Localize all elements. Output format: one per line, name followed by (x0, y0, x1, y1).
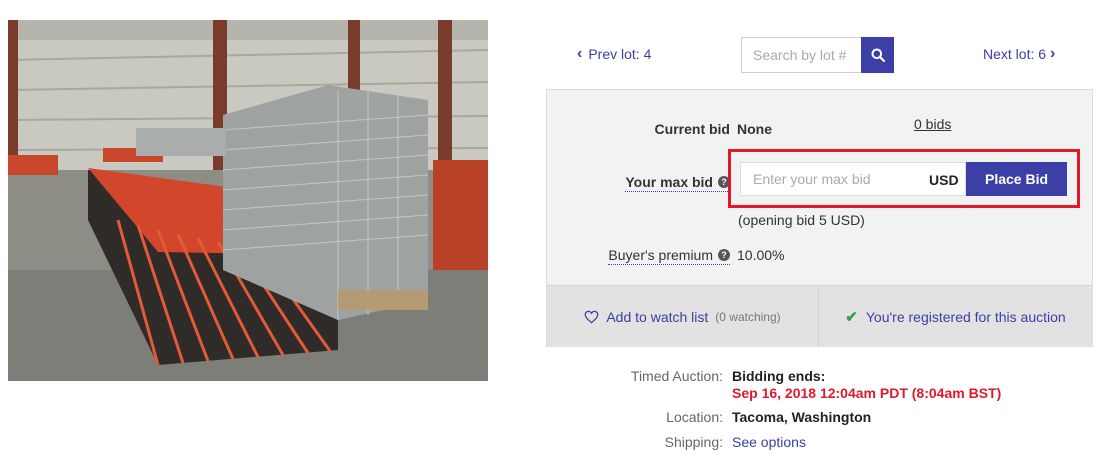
current-bid-value: None (737, 121, 772, 137)
bidding-end-datetime: Sep 16, 2018 12:04am PDT (8:04am BST) (732, 385, 1002, 401)
buyers-premium-label[interactable]: Buyer's premium ? (608, 247, 730, 265)
max-bid-label[interactable]: Your max bid ? (625, 174, 730, 192)
lot-search-button[interactable] (861, 37, 894, 73)
max-bid-label-text: Your max bid (625, 174, 713, 190)
heart-icon (584, 310, 599, 323)
bidding-ends-label: Bidding ends: (732, 368, 826, 384)
timed-auction-label: Timed Auction: (630, 368, 723, 384)
next-lot-link[interactable]: Next lot: 6 › (983, 45, 1056, 63)
buyers-premium-value: 10.00% (737, 247, 785, 263)
current-bid-label: Current bid (654, 121, 730, 137)
watch-count: (0 watching) (715, 309, 781, 324)
prev-lot-link[interactable]: ‹ Prev lot: 4 (577, 45, 652, 63)
place-bid-button[interactable]: Place Bid (966, 162, 1067, 196)
search-icon (871, 48, 885, 62)
location-label: Location: (666, 409, 723, 425)
panel-actions: Add to watch list (0 watching) ✔ You're … (547, 285, 1092, 347)
bids-count-link[interactable]: 0 bids (914, 116, 951, 132)
buyers-premium-label-text: Buyer's premium (608, 247, 713, 263)
chevron-right-icon: › (1050, 45, 1056, 62)
next-lot-label: Next lot: 6 (983, 46, 1047, 62)
registered-label: You're registered for this auction (865, 308, 1066, 325)
bid-panel: Current bid None 0 bids Your max bid ? U… (546, 89, 1093, 347)
shipping-options-link[interactable]: See options (732, 434, 806, 450)
question-icon: ? (718, 249, 730, 261)
watch-list-label: Add to watch list (606, 308, 709, 325)
shipping-label: Shipping: (664, 434, 723, 450)
add-to-watch-list-button[interactable]: Add to watch list (0 watching) (547, 286, 819, 347)
lot-photo[interactable] (8, 20, 488, 381)
registration-status: ✔ You're registered for this auction (819, 286, 1092, 347)
prev-lot-label: Prev lot: 4 (588, 46, 652, 62)
lot-photo-image (8, 20, 488, 381)
lot-search-input[interactable] (741, 37, 861, 73)
check-icon: ✔ (845, 308, 858, 326)
chevron-left-icon: ‹ (577, 45, 583, 62)
location-value: Tacoma, Washington (732, 409, 872, 425)
currency-label: USD (929, 172, 959, 188)
lot-search (741, 37, 894, 73)
opening-bid-text: (opening bid 5 USD) (738, 212, 865, 228)
